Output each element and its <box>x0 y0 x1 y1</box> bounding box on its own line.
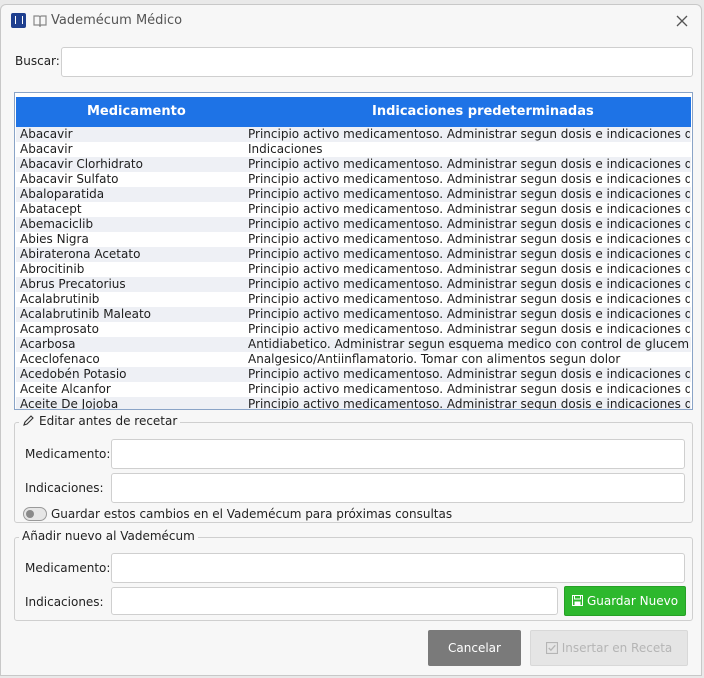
table-row[interactable]: Acedobén Potasio Principio activo medicam… <box>16 367 691 382</box>
table-row[interactable]: Abrocitinib Principio activo medicamentos… <box>16 262 691 277</box>
cell-medicamento: Aceite De Jojoba <box>20 397 119 409</box>
table-row[interactable]: Abacavir Sulfato Principio activo medicam… <box>16 172 691 187</box>
cell-medicamento: Acalabrutinib Maleato <box>20 307 152 321</box>
column-header-indicaciones[interactable]: Indicaciones predeterminadas <box>372 104 594 119</box>
add-section: Añadir nuevo al Vademécum Medicamento: I… <box>14 529 693 621</box>
cell-indicaciones: Principio activo medicamentoso. Administ… <box>248 202 690 216</box>
edit-section-legend: Editar antes de recetar <box>19 414 181 428</box>
add-indications-input[interactable] <box>111 587 558 615</box>
table-row[interactable]: Abaloparatida Principio activo medicament… <box>16 187 691 202</box>
window-title: Vademécum Médico <box>51 13 183 28</box>
cell-medicamento: Abacavir Sulfato <box>20 172 119 186</box>
cell-indicaciones: Principio activo medicamentoso. Administ… <box>248 277 690 291</box>
edit-med-label: Medicamento: <box>25 447 111 461</box>
cell-indicaciones: Principio activo medicamentoso. Administ… <box>248 172 690 186</box>
table-row[interactable]: Acamprosato Principio activo medicamentos… <box>16 322 691 337</box>
save-changes-toggle[interactable] <box>23 507 47 521</box>
cell-indicaciones: Analgesico/Antiinflamatorio. Tomar con a… <box>248 352 621 366</box>
title-bar: Vademécum Médico <box>1 5 701 37</box>
cell-medicamento: Acalabrutinib <box>20 292 100 306</box>
table-row[interactable]: Aceite Alcanfor Principio activo medicame… <box>16 382 691 397</box>
cell-indicaciones: Principio activo medicamentoso. Administ… <box>248 247 690 261</box>
cell-medicamento: Abrus Precatorius <box>20 277 126 291</box>
cell-medicamento: Acedobén Potasio <box>20 367 127 381</box>
edit-indications-input[interactable] <box>111 473 685 503</box>
cell-indicaciones: Principio activo medicamentoso. Administ… <box>248 367 690 381</box>
save-new-label: Guardar Nuevo <box>586 594 679 608</box>
cell-medicamento: Aceclofenaco <box>20 352 100 366</box>
checkbox-icon <box>545 642 558 654</box>
add-med-label: Medicamento: <box>25 561 111 575</box>
table-row[interactable]: Acarbosa Antidiabetico. Administrar segun… <box>16 337 691 352</box>
cell-medicamento: Abies Nigra <box>20 232 89 246</box>
cell-indicaciones: Principio activo medicamentoso. Administ… <box>248 187 690 201</box>
column-header-medicamento[interactable]: Medicamento <box>87 104 186 119</box>
insert-in-prescription-button[interactable]: Insertar en Receta <box>530 630 688 666</box>
close-icon <box>676 15 688 27</box>
table-row[interactable]: Abiraterona Acetato Principio activo medi… <box>16 247 691 262</box>
add-ind-label: Indicaciones: <box>25 595 104 609</box>
table-row[interactable]: Abrus Precatorius Principio activo medica… <box>16 277 691 292</box>
table-row[interactable]: Aceite De Jojoba Principio activo medicam… <box>16 397 691 409</box>
search-label: Buscar: <box>15 54 60 68</box>
cell-indicaciones: Principio activo medicamentoso. Administ… <box>248 322 690 336</box>
edit-section: Editar antes de recetar Medicamento: Ind… <box>14 414 693 523</box>
table-row[interactable]: Acalabrutinib Maleato Principio activo me… <box>16 307 691 322</box>
pencil-icon <box>23 415 34 426</box>
table-row[interactable]: Abacavir Clorhidrato Principio activo med… <box>16 157 691 172</box>
table-row[interactable]: Aceclofenaco Analgesico/Antiinflamatorio.… <box>16 352 691 367</box>
medications-table[interactable]: Medicamento Indicaciones predeterminadas… <box>14 92 693 410</box>
edit-medication-input[interactable] <box>111 439 685 469</box>
cell-medicamento: Abacavir Clorhidrato <box>20 157 143 171</box>
app-icon <box>11 13 26 28</box>
save-changes-label: Guardar estos cambios en el Vademécum pa… <box>51 507 453 521</box>
cell-indicaciones: Principio activo medicamentoso. Administ… <box>248 232 690 246</box>
cell-indicaciones: Principio activo medicamentoso. Administ… <box>248 217 690 231</box>
table-row[interactable]: Abemaciclib Principio activo medicamentos… <box>16 217 691 232</box>
add-medication-input[interactable] <box>111 553 685 583</box>
add-section-legend: Añadir nuevo al Vademécum <box>19 529 198 543</box>
cell-medicamento: Abacavir <box>20 142 73 156</box>
cell-indicaciones: Principio activo medicamentoso. Administ… <box>248 262 690 276</box>
cell-medicamento: Acarbosa <box>20 337 76 351</box>
cell-medicamento: Abaloparatida <box>20 187 105 201</box>
cell-indicaciones: Principio activo medicamentoso. Administ… <box>248 307 690 321</box>
edit-ind-label: Indicaciones: <box>25 481 104 495</box>
cell-medicamento: Abacavir <box>20 127 73 141</box>
table-body: Abacavir Principio activo medicamentoso. … <box>16 127 691 409</box>
cell-indicaciones: Principio activo medicamentoso. Administ… <box>248 397 690 409</box>
cell-indicaciones: Antidiabetico. Administrar segun esquema… <box>248 337 690 351</box>
cell-indicaciones: Indicaciones <box>248 142 323 156</box>
cell-medicamento: Acamprosato <box>20 322 99 336</box>
cell-medicamento: Abatacept <box>20 202 82 216</box>
dialog-window: Vademécum Médico Buscar: Medicamento Ind… <box>0 4 702 676</box>
edit-section-title: Editar antes de recetar <box>39 414 178 428</box>
cell-medicamento: Aceite Alcanfor <box>20 382 111 396</box>
cell-medicamento: Abrocitinib <box>20 262 85 276</box>
book-icon <box>33 15 47 27</box>
floppy-icon <box>571 595 583 606</box>
cell-indicaciones: Principio activo medicamentoso. Administ… <box>248 157 690 171</box>
table-row[interactable]: Abacavir Indicaciones <box>16 142 691 157</box>
table-row[interactable]: Abies Nigra Principio activo medicamentos… <box>16 232 691 247</box>
save-new-button[interactable]: Guardar Nuevo <box>564 586 686 616</box>
cell-indicaciones: Principio activo medicamentoso. Administ… <box>248 292 690 306</box>
cell-indicaciones: Principio activo medicamentoso. Administ… <box>248 382 690 396</box>
cell-indicaciones: Principio activo medicamentoso. Administ… <box>248 127 690 141</box>
table-row[interactable]: Abacavir Principio activo medicamentoso. … <box>16 127 691 142</box>
table-row[interactable]: Abatacept Principio activo medicamentoso.… <box>16 202 691 217</box>
table-row[interactable]: Acalabrutinib Principio activo medicament… <box>16 292 691 307</box>
insert-in-prescription-label: Insertar en Receta <box>561 641 673 655</box>
cell-medicamento: Abemaciclib <box>20 217 94 231</box>
search-input[interactable] <box>61 47 693 77</box>
cancel-button[interactable]: Cancelar <box>428 630 521 666</box>
cell-medicamento: Abiraterona Acetato <box>20 247 141 261</box>
close-button[interactable] <box>671 10 693 32</box>
table-header: Medicamento Indicaciones predeterminadas <box>16 97 691 127</box>
